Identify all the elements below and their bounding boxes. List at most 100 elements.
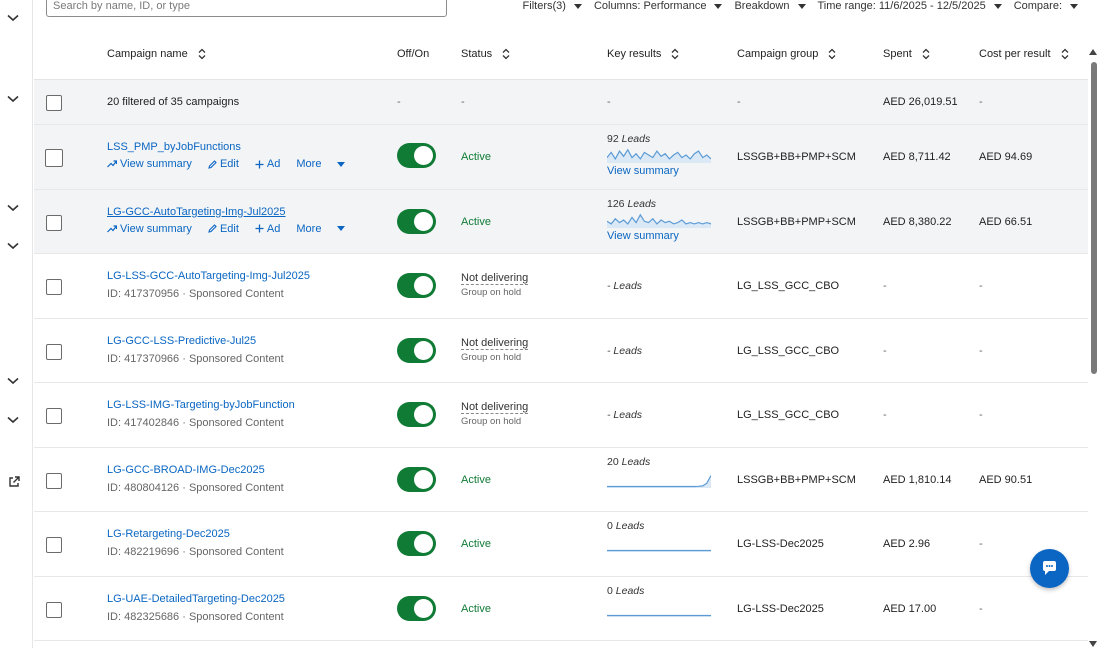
row-checkbox[interactable] (46, 601, 62, 618)
key-results-label: - Leads (607, 409, 642, 421)
columns-dropdown[interactable]: Columns: Performance (594, 0, 723, 12)
edit-link[interactable]: Edit (208, 223, 247, 235)
campaign-name-link[interactable]: LG-Retargeting-Dec2025 (107, 528, 230, 540)
sort-icon[interactable] (670, 48, 680, 60)
campaign-toggle[interactable] (397, 337, 436, 363)
summary-key-results: - (607, 96, 611, 108)
key-results-view-summary[interactable]: View summary (607, 230, 679, 242)
row-checkbox[interactable] (46, 214, 62, 231)
chevron-down-icon[interactable] (7, 95, 19, 103)
search-input[interactable] (46, 0, 447, 17)
campaign-name-link[interactable]: LSS_PMP_byJobFunctions (107, 141, 241, 153)
status-cell: Not delivering Group on hold (461, 337, 529, 363)
table-row: LG-LSS-IMG-Targeting-byJobFunction ID: 41… (34, 383, 1088, 448)
row-checkbox[interactable] (46, 408, 62, 424)
sparkline (607, 474, 711, 488)
status-text[interactable]: Not delivering (461, 337, 529, 350)
key-results-count: 92 (607, 133, 619, 145)
campaign-toggle[interactable] (397, 531, 436, 556)
col-label: Key results (607, 48, 662, 60)
status-text[interactable]: Not delivering (461, 401, 529, 414)
campaign-name-link[interactable]: LG-LSS-GCC-AutoTargeting-Img-Jul2025 (107, 270, 310, 282)
sort-icon[interactable] (501, 48, 511, 60)
more-dropdown[interactable]: More (296, 223, 353, 235)
campaign-toggle[interactable] (397, 466, 436, 492)
col-key-results[interactable]: Key results (607, 48, 680, 60)
scroll-down-arrow[interactable] (1089, 638, 1097, 647)
table-body: LSS_PMP_byJobFunctions View summary Edit… (34, 125, 1088, 641)
campaign-group: LG_LSS_GCC_CBO (737, 409, 840, 421)
select-all-checkbox[interactable] (46, 95, 62, 111)
campaign-name-link[interactable]: LG-GCC-AutoTargeting-Img-Jul2025 (107, 206, 286, 218)
key-results-unit: Leads (621, 455, 651, 468)
add-ad-link[interactable]: Ad (255, 223, 288, 235)
sort-icon[interactable] (1060, 48, 1070, 60)
col-label: Spent (883, 48, 912, 60)
sort-icon[interactable] (197, 48, 207, 60)
col-cost-per-result[interactable]: Cost per result (979, 48, 1070, 60)
sort-icon[interactable] (921, 48, 931, 60)
col-campaign-name[interactable]: Campaign name (107, 48, 207, 60)
col-spent[interactable]: Spent (883, 48, 931, 60)
campaign-group: LG_LSS_GCC_CBO (737, 344, 840, 357)
key-results-count: 0 (607, 520, 613, 532)
chat-button[interactable] (1030, 549, 1069, 588)
col-campaign-group[interactable]: Campaign group (737, 48, 837, 60)
table-row: LG-LSS-GCC-AutoTargeting-Img-Jul2025 ID: … (34, 254, 1088, 319)
edit-link[interactable]: Edit (208, 158, 247, 170)
status-subtext: Group on hold (461, 287, 522, 298)
row-checkbox[interactable] (46, 472, 62, 489)
filters-label: Filters(3) (522, 0, 566, 12)
toggle-knob (414, 276, 433, 295)
compare-dropdown[interactable]: Compare: (1014, 0, 1078, 12)
view-summary-link[interactable]: View summary (107, 223, 200, 235)
chevron-down-icon[interactable] (7, 416, 19, 424)
row-checkbox[interactable] (46, 279, 62, 295)
chevron-down-icon[interactable] (7, 377, 19, 385)
campaign-toggle[interactable] (397, 273, 436, 298)
more-dropdown[interactable]: More (296, 158, 353, 170)
cost-per-result-value: AED 66.51 (979, 215, 1033, 228)
breakdown-dropdown[interactable]: Breakdown (734, 0, 806, 12)
campaign-name-link[interactable]: LG-UAE-DetailedTargeting-Dec2025 (107, 593, 285, 605)
sparkline (607, 148, 711, 163)
status-subtext: Group on hold (461, 416, 522, 427)
more-label: More (296, 222, 322, 235)
campaign-group: LG-LSS-Dec2025 (737, 602, 824, 615)
scroll-up-arrow[interactable] (1089, 46, 1097, 55)
col-status[interactable]: Status (461, 48, 511, 60)
add-ad-link[interactable]: Ad (255, 158, 288, 170)
cost-per-result-value: - (979, 409, 983, 421)
table-row: LG-GCC-BROAD-IMG-Dec2025 ID: 480804126 · … (34, 448, 1088, 512)
col-label: Cost per result (979, 48, 1051, 60)
sparkline-line (607, 474, 711, 487)
external-link-icon[interactable] (8, 476, 20, 488)
view-summary-link[interactable]: View summary (107, 158, 200, 170)
row-checkbox[interactable] (46, 537, 62, 553)
sort-icon[interactable] (827, 48, 837, 60)
row-checkbox[interactable] (46, 343, 62, 360)
filters-dropdown[interactable]: Filters(3) (523, 0, 582, 12)
campaign-toggle[interactable] (397, 143, 436, 168)
campaign-toggle[interactable] (397, 402, 436, 427)
cost-per-result-value: - (979, 602, 983, 615)
campaign-name-link[interactable]: LG-GCC-LSS-Predictive-Jul25 (107, 335, 256, 347)
chevron-down-icon[interactable] (7, 14, 19, 22)
status-text: Active (461, 538, 491, 550)
campaign-toggle[interactable] (397, 208, 436, 234)
campaign-name-link[interactable]: LG-GCC-BROAD-IMG-Dec2025 (107, 464, 265, 476)
col-label: Status (461, 48, 493, 60)
status-text: Active (461, 151, 491, 163)
campaign-toggle[interactable] (397, 595, 436, 621)
key-results-view-summary[interactable]: View summary (607, 165, 679, 177)
plus-icon (255, 224, 264, 233)
status-text[interactable]: Not delivering (461, 272, 529, 285)
status-text: Active (461, 215, 491, 228)
row-checkbox[interactable] (45, 149, 63, 167)
campaign-name-link[interactable]: LG-LSS-IMG-Targeting-byJobFunction (107, 399, 295, 411)
chevron-down-icon[interactable] (7, 242, 19, 250)
time-range-dropdown[interactable]: Time range: 11/6/2025 - 12/5/2025 (818, 0, 1002, 12)
key-results-label: - Leads (607, 345, 642, 357)
scrollbar-thumb[interactable] (1091, 62, 1097, 374)
chevron-down-icon[interactable] (7, 204, 19, 212)
